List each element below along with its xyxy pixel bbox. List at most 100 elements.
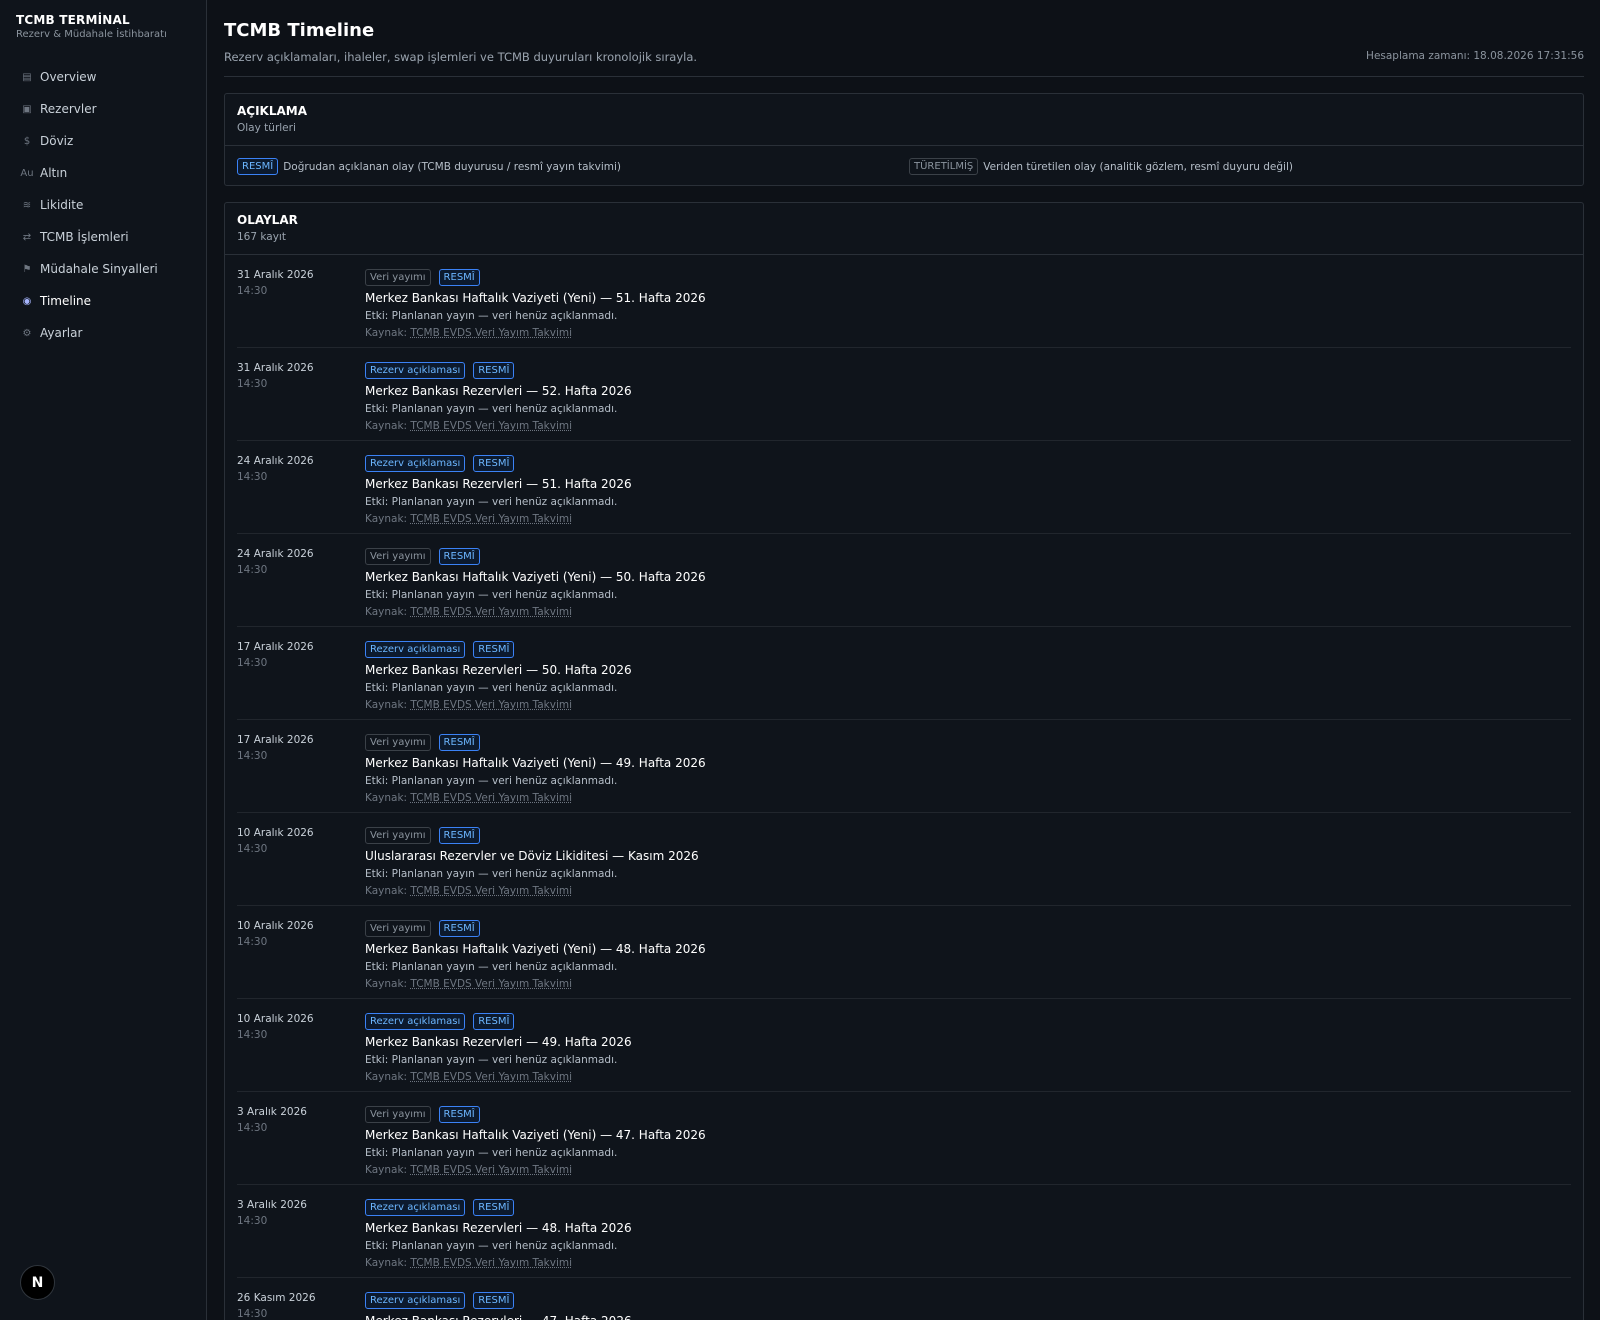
- events-card: OLAYLAR 167 kayıt 31 Aralık 2026 14:30 Ver…: [224, 202, 1584, 1320]
- event-type-tag: Rezerv açıklaması: [365, 1291, 466, 1309]
- event-source-link[interactable]: TCMB EVDS Veri Yayım Takvimi: [410, 699, 572, 711]
- event-source-label: Kaynak:: [365, 1071, 408, 1083]
- event-date: 31 Aralık 2026: [237, 269, 314, 281]
- sidebar-item-rezervler[interactable]: ▣ Rezervler: [0, 93, 206, 125]
- event-source-link[interactable]: TCMB EVDS Veri Yayım Takvimi: [410, 327, 572, 339]
- event-type-tag: Veri yayımı: [365, 733, 431, 751]
- sidebar-item-alt-n[interactable]: Au Altın: [0, 157, 206, 189]
- event-tags: Rezerv açıklaması RESMÎ: [365, 361, 632, 379]
- sidebar-item-label: Likidite: [40, 198, 84, 212]
- event-source-link[interactable]: TCMB EVDS Veri Yayım Takvimi: [410, 1164, 572, 1176]
- sidebar-item-tcmb-i-lemleri[interactable]: ⇄ TCMB İşlemleri: [0, 221, 206, 253]
- official-tag: RESMÎ: [473, 1198, 515, 1216]
- event-row: 24 Aralık 2026 14:30 Rezerv açıklaması RESM…: [237, 441, 1571, 534]
- event-source: Kaynak: TCMB EVDS Veri Yayım Takvimi: [365, 699, 632, 711]
- event-source-link[interactable]: TCMB EVDS Veri Yayım Takvimi: [410, 420, 572, 432]
- event-impact: Etki: Planlanan yayın — veri henüz açıkl…: [365, 961, 618, 973]
- event-time: 14:30: [237, 1308, 268, 1320]
- sidebar-item-label: Altın: [40, 166, 68, 180]
- event-source-label: Kaynak:: [365, 885, 408, 897]
- legend-row: RESMÎ Doğrudan açıklanan olay (TCMB duyu…: [225, 146, 1583, 186]
- legend-card-header: AÇIKLAMA Olay türleri: [225, 94, 1583, 146]
- event-tags: Veri yayımı RESMÎ: [365, 826, 699, 844]
- event-source: Kaynak: TCMB EVDS Veri Yayım Takvimi: [365, 606, 706, 618]
- event-date: 17 Aralık 2026: [237, 641, 314, 653]
- event-body: Veri yayımı RESMÎ Merkez Bankası Haftalık …: [365, 268, 706, 339]
- event-body: Veri yayımı RESMÎ Merkez Bankası Haftalık …: [365, 919, 706, 990]
- nextjs-dev-badge[interactable]: N: [20, 1265, 55, 1300]
- sidebar-item-ayarlar[interactable]: ⚙ Ayarlar: [0, 317, 206, 349]
- official-tag: RESMÎ: [473, 361, 515, 379]
- sidebar-item-d-viz[interactable]: $ Döviz: [0, 125, 206, 157]
- event-time: 14:30: [237, 843, 268, 855]
- sidebar-item-label: Overview: [40, 70, 97, 84]
- event-source: Kaynak: TCMB EVDS Veri Yayım Takvimi: [365, 513, 632, 525]
- event-source-label: Kaynak:: [365, 699, 408, 711]
- event-type-tag: Veri yayımı: [365, 1105, 431, 1123]
- event-date: 17 Aralık 2026: [237, 734, 314, 746]
- event-source-link[interactable]: TCMB EVDS Veri Yayım Takvimi: [410, 1071, 572, 1083]
- page-header: TCMB Timeline Rezerv açıklamaları, ihale…: [224, 0, 1584, 77]
- event-source-link[interactable]: TCMB EVDS Veri Yayım Takvimi: [410, 1257, 572, 1269]
- sidebar-item-timeline[interactable]: ◉ Timeline: [0, 285, 206, 317]
- event-date: 3 Aralık 2026: [237, 1106, 307, 1118]
- event-title: Merkez Bankası Rezervleri — 52. Hafta 20…: [365, 384, 632, 398]
- event-row: 10 Aralık 2026 14:30 Veri yayımı RESMÎ Ulusl…: [237, 813, 1571, 906]
- sidebar-item-likidite[interactable]: ≋ Likidite: [0, 189, 206, 221]
- event-title: Merkez Bankası Haftalık Vaziyeti (Yeni) …: [365, 756, 706, 770]
- event-impact: Etki: Planlanan yayın — veri henüz açıkl…: [365, 868, 618, 880]
- event-date: 3 Aralık 2026: [237, 1199, 307, 1211]
- sidebar-item-overview[interactable]: ▤ Overview: [0, 61, 206, 93]
- event-time: 14:30: [237, 657, 268, 669]
- sidebar-item-label: Ayarlar: [40, 326, 83, 340]
- event-title: Merkez Bankası Haftalık Vaziyeti (Yeni) …: [365, 942, 706, 956]
- event-source-label: Kaynak:: [365, 792, 408, 804]
- sidebar-item-label: Döviz: [40, 134, 74, 148]
- legend-derived-text: Veriden türetilen olay (analitik gözlem,…: [983, 160, 1293, 173]
- event-impact: Etki: Planlanan yayın — veri henüz açıkl…: [365, 682, 618, 694]
- event-source: Kaynak: TCMB EVDS Veri Yayım Takvimi: [365, 1164, 706, 1176]
- event-time: 14:30: [237, 564, 268, 576]
- event-type-tag: Rezerv açıklaması: [365, 454, 466, 472]
- event-type-tag: Veri yayımı: [365, 919, 431, 937]
- event-type-tag: Rezerv açıklaması: [365, 361, 466, 379]
- grid-icon: ▤: [22, 71, 32, 83]
- event-source-link[interactable]: TCMB EVDS Veri Yayım Takvimi: [410, 606, 572, 618]
- event-impact: Etki: Planlanan yayın — veri henüz açıkl…: [365, 496, 618, 508]
- event-time: 14:30: [237, 1029, 268, 1041]
- event-date: 31 Aralık 2026: [237, 362, 314, 374]
- event-body: Rezerv açıklaması RESMÎ Merkez Bankası Rez…: [365, 1012, 632, 1083]
- event-source-link[interactable]: TCMB EVDS Veri Yayım Takvimi: [410, 978, 572, 990]
- event-type-tag: Veri yayımı: [365, 547, 431, 565]
- vault-icon: ▣: [22, 103, 32, 115]
- calculation-time: Hesaplama zamanı: 18.08.2026 17:31:56: [1366, 50, 1584, 62]
- event-source: Kaynak: TCMB EVDS Veri Yayım Takvimi: [365, 792, 706, 804]
- dollar-icon: $: [23, 135, 31, 147]
- event-row: 10 Aralık 2026 14:30 Rezerv açıklaması RESM…: [237, 999, 1571, 1092]
- event-title: Merkez Bankası Rezervleri — 51. Hafta 20…: [365, 477, 632, 491]
- event-row: 17 Aralık 2026 14:30 Rezerv açıklaması RESM…: [237, 627, 1571, 720]
- event-row: 10 Aralık 2026 14:30 Veri yayımı RESMÎ Merke…: [237, 906, 1571, 999]
- event-impact: Etki: Planlanan yayın — veri henüz açıkl…: [365, 310, 618, 322]
- event-body: Veri yayımı RESMÎ Merkez Bankası Haftalık …: [365, 733, 706, 804]
- event-title: Merkez Bankası Rezervleri — 48. Hafta 20…: [365, 1221, 632, 1235]
- event-source-label: Kaynak:: [365, 1164, 408, 1176]
- event-source-label: Kaynak:: [365, 420, 408, 432]
- timeline-icon: ◉: [22, 295, 32, 307]
- event-time: 14:30: [237, 471, 268, 483]
- event-source: Kaynak: TCMB EVDS Veri Yayım Takvimi: [365, 885, 699, 897]
- event-title: Merkez Bankası Rezervleri — 47. Hafta 20…: [365, 1314, 632, 1320]
- event-source-link[interactable]: TCMB EVDS Veri Yayım Takvimi: [410, 792, 572, 804]
- event-date: 10 Aralık 2026: [237, 920, 314, 932]
- brand: TCMB TERMİNAL Rezerv & Müdahale İstihbar…: [0, 0, 206, 58]
- event-impact: Etki: Planlanan yayın — veri henüz açıkl…: [365, 1240, 618, 1252]
- event-source-link[interactable]: TCMB EVDS Veri Yayım Takvimi: [410, 513, 572, 525]
- event-body: Veri yayımı RESMÎ Uluslararası Rezervler v…: [365, 826, 699, 897]
- event-time: 14:30: [237, 285, 268, 297]
- legend-derived: TÜRETİLMİŞ Veriden türetilen olay (anali…: [909, 158, 1293, 175]
- event-source-link[interactable]: TCMB EVDS Veri Yayım Takvimi: [410, 885, 572, 897]
- event-source: Kaynak: TCMB EVDS Veri Yayım Takvimi: [365, 978, 706, 990]
- event-title: Uluslararası Rezervler ve Döviz Likidite…: [365, 849, 699, 863]
- sidebar-nav: ▤ Overview ▣ Rezervler $ Döviz Au Altın ≋ Likidit…: [0, 61, 206, 349]
- sidebar-item-m-dahale-sinyalleri[interactable]: ⚑ Müdahale Sinyalleri: [0, 253, 206, 285]
